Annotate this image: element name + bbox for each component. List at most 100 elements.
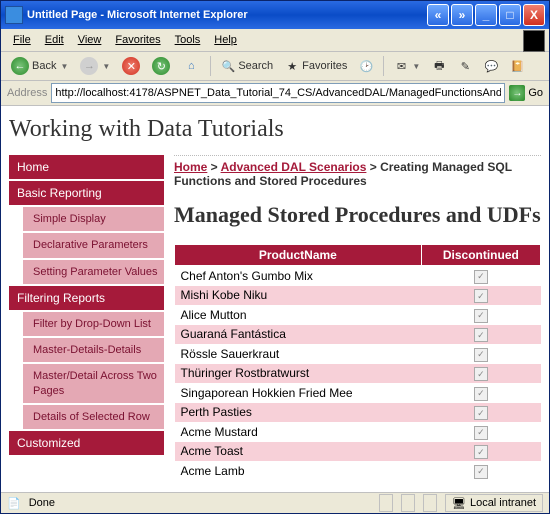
- home-icon: ⌂: [182, 57, 200, 75]
- minimize-button[interactable]: _: [475, 4, 497, 26]
- nav-home[interactable]: Home: [9, 155, 164, 181]
- cell-discontinued: ✓: [421, 442, 540, 462]
- menu-favorites[interactable]: Favorites: [109, 32, 166, 48]
- cell-productname: Acme Lamb: [175, 461, 422, 481]
- favorites-button[interactable]: ★Favorites: [281, 57, 351, 75]
- address-label: Address: [7, 87, 47, 99]
- table-row: Alice Mutton✓: [175, 305, 541, 325]
- edit-icon: ✎: [458, 59, 472, 73]
- back-button[interactable]: ←Back ▼: [7, 55, 72, 77]
- table-row: Singaporean Hokkien Fried Mee✓: [175, 383, 541, 403]
- content-area[interactable]: Working with Data Tutorials Home Basic R…: [1, 106, 549, 492]
- back-label: Back: [32, 60, 56, 72]
- table-row: Thüringer Rostbratwurst ✓: [175, 364, 541, 384]
- products-table: ProductName Discontinued Chef Anton's Gu…: [174, 244, 541, 481]
- cell-productname: Mishi Kobe Niku: [175, 286, 422, 306]
- menu-view[interactable]: View: [72, 32, 108, 48]
- toolbar-separator: [210, 56, 211, 76]
- search-button[interactable]: 🔍Search: [217, 57, 277, 75]
- fwd-dropdown-icon[interactable]: ▼: [102, 62, 110, 71]
- history-icon: 🕑: [359, 59, 373, 73]
- nav-filtering-reports[interactable]: Filtering Reports: [9, 286, 164, 312]
- addressbar: Address →Go: [1, 81, 549, 106]
- back-dropdown-icon[interactable]: ▼: [60, 62, 68, 71]
- nav-basic-reporting[interactable]: Basic Reporting: [9, 181, 164, 207]
- mail-icon: ✉: [394, 59, 408, 73]
- intranet-icon: 🖥: [452, 497, 466, 510]
- print-button[interactable]: 🖶: [428, 57, 450, 75]
- status-seg: [401, 494, 415, 512]
- go-label: Go: [528, 87, 543, 99]
- favorites-label: Favorites: [302, 60, 347, 72]
- table-row: Perth Pasties ✓: [175, 403, 541, 423]
- sidebar: Home Basic Reporting Simple Display Decl…: [9, 155, 164, 481]
- mail-button[interactable]: ✉▼: [390, 57, 424, 75]
- nav-details-selected-row[interactable]: Details of Selected Row: [23, 405, 164, 431]
- address-input[interactable]: [51, 83, 505, 103]
- search-label: Search: [238, 60, 273, 72]
- nav-filter-dropdown[interactable]: Filter by Drop-Down List: [23, 312, 164, 338]
- back-icon: ←: [11, 57, 29, 75]
- research-icon: 📔: [510, 59, 524, 73]
- checkbox-disabled: ✓: [474, 328, 488, 342]
- page-status-icon: 📄: [7, 497, 21, 510]
- forward-button[interactable]: →▼: [76, 55, 114, 77]
- page-title: Working with Data Tutorials: [9, 116, 541, 143]
- aux2-button[interactable]: »: [451, 4, 473, 26]
- throbber-icon: [523, 30, 545, 52]
- checkbox-disabled: ✓: [474, 445, 488, 459]
- checkbox-disabled: ✓: [474, 270, 488, 284]
- edit-button[interactable]: ✎: [454, 57, 476, 75]
- cell-discontinued: ✓: [421, 422, 540, 442]
- discuss-button[interactable]: 💬: [480, 57, 502, 75]
- nav-customized[interactable]: Customized: [9, 431, 164, 457]
- window-title: Untitled Page - Microsoft Internet Explo…: [27, 9, 427, 21]
- breadcrumb-home[interactable]: Home: [174, 160, 207, 174]
- checkbox-disabled: ✓: [474, 348, 488, 362]
- col-productname: ProductName: [175, 245, 422, 266]
- nav-declarative-parameters[interactable]: Declarative Parameters: [23, 233, 164, 259]
- menubar: File Edit View Favorites Tools Help: [1, 29, 549, 52]
- stop-button[interactable]: ✕: [118, 55, 144, 77]
- nav-setting-parameter-values[interactable]: Setting Parameter Values: [23, 260, 164, 286]
- cell-productname: Perth Pasties: [175, 403, 422, 423]
- cell-productname: Rössle Sauerkraut: [175, 344, 422, 364]
- cell-productname: Thüringer Rostbratwurst: [175, 364, 422, 384]
- ie-icon: [5, 6, 23, 24]
- nav-master-detail-two-pages[interactable]: Master/Detail Across Two Pages: [23, 364, 164, 405]
- aux1-button[interactable]: «: [427, 4, 449, 26]
- cell-discontinued: ✓: [421, 461, 540, 481]
- menu-file[interactable]: File: [7, 32, 37, 48]
- research-button[interactable]: 📔: [506, 57, 528, 75]
- history-button[interactable]: 🕑: [355, 57, 377, 75]
- cell-productname: Chef Anton's Gumbo Mix: [175, 266, 422, 286]
- menu-help[interactable]: Help: [208, 32, 243, 48]
- cell-discontinued: ✓: [421, 325, 540, 345]
- zone-indicator: 🖥Local intranet: [445, 494, 543, 512]
- cell-productname: Alice Mutton: [175, 305, 422, 325]
- search-icon: 🔍: [221, 59, 235, 73]
- cell-productname: Acme Mustard: [175, 422, 422, 442]
- maximize-button[interactable]: □: [499, 4, 521, 26]
- status-seg: [379, 494, 393, 512]
- col-discontinued: Discontinued: [421, 245, 540, 266]
- go-icon: →: [509, 85, 525, 101]
- toolbar-separator: [383, 56, 384, 76]
- home-button[interactable]: ⌂: [178, 55, 204, 77]
- refresh-button[interactable]: ↻: [148, 55, 174, 77]
- table-row: Acme Mustard✓: [175, 422, 541, 442]
- table-row: Acme Toast ✓: [175, 442, 541, 462]
- checkbox-disabled: ✓: [474, 406, 488, 420]
- menu-edit[interactable]: Edit: [39, 32, 70, 48]
- menu-tools[interactable]: Tools: [169, 32, 207, 48]
- content-title: Managed Stored Procedures and UDFs: [174, 202, 541, 228]
- cell-productname: Acme Toast: [175, 442, 422, 462]
- nav-master-details-details[interactable]: Master-Details-Details: [23, 338, 164, 364]
- breadcrumb-adv[interactable]: Advanced DAL Scenarios: [221, 160, 367, 174]
- titlebar: Untitled Page - Microsoft Internet Explo…: [1, 1, 549, 29]
- nav-simple-display[interactable]: Simple Display: [23, 207, 164, 233]
- go-button[interactable]: →Go: [509, 85, 543, 101]
- close-button[interactable]: X: [523, 4, 545, 26]
- checkbox-disabled: ✓: [474, 367, 488, 381]
- breadcrumb: Home > Advanced DAL Scenarios > Creating…: [174, 155, 541, 188]
